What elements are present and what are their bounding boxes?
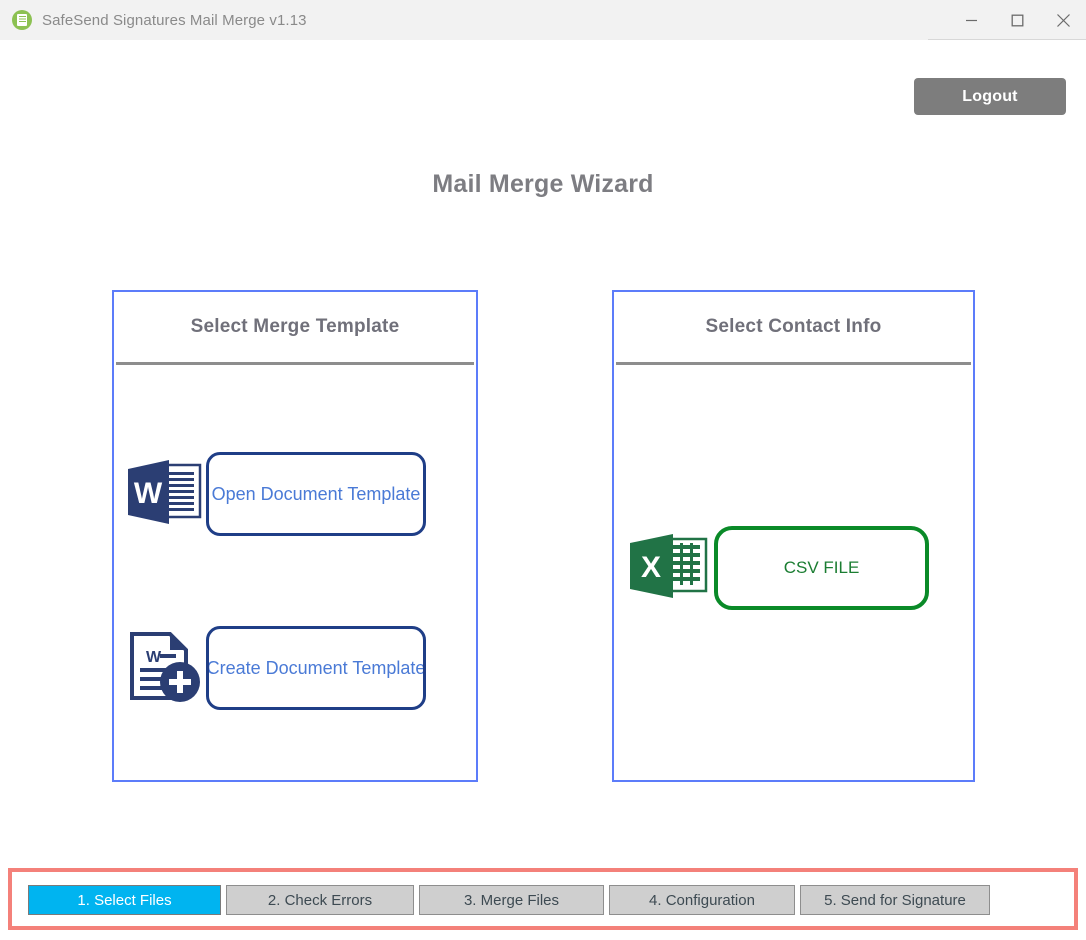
panel-body-merge-template: W Open Document Template W Create Docume… bbox=[114, 365, 476, 780]
open-document-template-button[interactable]: Open Document Template bbox=[206, 452, 426, 536]
svg-text:W: W bbox=[146, 649, 162, 666]
panel-select-contact-info: Select Contact Info X CSV FILE bbox=[612, 290, 975, 782]
create-document-template-label: Create Document Template bbox=[206, 657, 426, 678]
app-icon bbox=[12, 10, 32, 30]
page-title: Mail Merge Wizard bbox=[432, 170, 654, 198]
excel-spreadsheet-icon: X bbox=[622, 525, 714, 611]
panel-body-contact-info: X CSV FILE bbox=[614, 365, 973, 780]
open-document-template-label: Open Document Template bbox=[211, 483, 421, 504]
step-5-send-for-signature[interactable]: 5. Send for Signature bbox=[800, 885, 990, 915]
panel-select-merge-template: Select Merge Template W Open Document Te… bbox=[112, 290, 478, 782]
word-document-add-icon: W bbox=[124, 628, 206, 708]
csv-file-label: CSV FILE bbox=[783, 558, 860, 577]
create-document-template-button[interactable]: Create Document Template bbox=[206, 626, 426, 710]
window-controls bbox=[948, 0, 1086, 40]
titlebar-divider bbox=[928, 39, 1086, 40]
step-3-merge-files[interactable]: 3. Merge Files bbox=[419, 885, 604, 915]
window-title-bar: SafeSend Signatures Mail Merge v1.13 bbox=[0, 0, 1086, 40]
maximize-icon[interactable] bbox=[994, 0, 1040, 40]
logout-button[interactable]: Logout bbox=[914, 78, 1066, 115]
word-document-icon: W bbox=[120, 451, 206, 537]
step-1-select-files[interactable]: 1. Select Files bbox=[28, 885, 221, 915]
step-4-configuration[interactable]: 4. Configuration bbox=[609, 885, 795, 915]
panel-title-merge-template: Select Merge Template bbox=[190, 316, 400, 337]
svg-text:X: X bbox=[641, 551, 661, 584]
svg-text:W: W bbox=[134, 477, 163, 510]
step-2-check-errors[interactable]: 2. Check Errors bbox=[226, 885, 414, 915]
csv-file-button[interactable]: CSV FILE bbox=[714, 526, 929, 610]
option-csv-file[interactable]: X CSV FILE bbox=[622, 525, 929, 611]
close-icon[interactable] bbox=[1040, 0, 1086, 40]
option-open-document-template[interactable]: W Open Document Template bbox=[120, 451, 426, 537]
wizard-step-bar: 1. Select Files 2. Check Errors 3. Merge… bbox=[8, 868, 1078, 930]
window-title: SafeSend Signatures Mail Merge v1.13 bbox=[42, 11, 307, 29]
minimize-icon[interactable] bbox=[948, 0, 994, 40]
option-create-document-template[interactable]: W Create Document Template bbox=[124, 626, 426, 710]
panel-title-contact-info: Select Contact Info bbox=[705, 316, 882, 337]
